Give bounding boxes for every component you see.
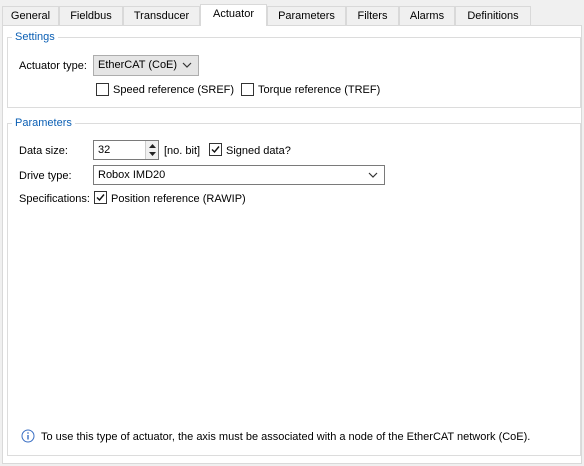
parameters-group-title: Parameters <box>12 116 75 130</box>
tab-label: Alarms <box>409 10 445 22</box>
tab-general[interactable]: General <box>2 6 59 25</box>
tab-label: Filters <box>357 10 388 22</box>
speed-reference-label: Speed reference (SREF) <box>113 84 235 96</box>
arrow-down-icon <box>149 152 156 156</box>
spin-down-button[interactable] <box>145 150 158 159</box>
drive-type-label: Drive type: <box>19 170 72 182</box>
signed-data-label: Signed data? <box>226 145 291 157</box>
actuator-type-select[interactable]: EtherCAT (CoE) <box>93 55 199 76</box>
tab-label: Transducer <box>133 10 190 22</box>
chevron-down-icon <box>368 172 378 178</box>
position-reference-checkbox[interactable] <box>94 191 107 204</box>
data-size-spinner[interactable]: 32 <box>93 140 159 160</box>
info-text: To use this type of actuator, the axis m… <box>41 431 531 443</box>
drive-type-value: Robox IMD20 <box>98 169 166 181</box>
data-size-value: 32 <box>98 144 111 156</box>
tab-parameters[interactable]: Parameters <box>267 6 346 25</box>
tab-fieldbus[interactable]: Fieldbus <box>59 6 123 25</box>
tab-alarms[interactable]: Alarms <box>399 6 455 25</box>
checkmark-icon <box>211 146 220 154</box>
chevron-down-icon <box>182 62 192 68</box>
parameters-group: Parameters Data size: 32 [no. bit] Signe… <box>7 116 581 456</box>
arrow-up-icon <box>149 144 156 148</box>
torque-reference-checkbox[interactable] <box>241 83 254 96</box>
settings-group-title: Settings <box>12 30 58 44</box>
tab-label: Fieldbus <box>70 10 112 22</box>
tab-actuator[interactable]: Actuator <box>200 4 267 26</box>
tab-label: General <box>10 10 51 22</box>
tab-label: Definitions <box>467 10 519 22</box>
info-icon <box>21 429 35 443</box>
tab-transducer[interactable]: Transducer <box>123 6 200 25</box>
tab-label: Parameters <box>278 10 335 22</box>
signed-data-checkbox[interactable] <box>209 143 222 156</box>
tab-label: Actuator <box>213 8 254 20</box>
tab-filters[interactable]: Filters <box>346 6 399 25</box>
spin-up-button[interactable] <box>145 141 158 150</box>
specifications-label: Specifications: <box>19 193 90 205</box>
actuator-type-label: Actuator type: <box>19 60 87 72</box>
actuator-type-value: EtherCAT (CoE) <box>98 59 178 71</box>
tab-definitions[interactable]: Definitions <box>455 6 531 25</box>
data-size-label: Data size: <box>19 145 68 157</box>
tab-strip: General Fieldbus Transducer Actuator Par… <box>2 4 582 26</box>
speed-reference-checkbox[interactable] <box>96 83 109 96</box>
position-reference-label: Position reference (RAWIP) <box>111 193 246 205</box>
data-size-unit: [no. bit] <box>164 145 201 157</box>
settings-group: Settings Actuator type: EtherCAT (CoE) S… <box>7 30 581 108</box>
checkmark-icon <box>96 194 105 202</box>
torque-reference-label: Torque reference (TREF) <box>258 84 381 96</box>
drive-type-select[interactable]: Robox IMD20 <box>93 165 385 185</box>
actuator-panel: Settings Actuator type: EtherCAT (CoE) S… <box>2 25 582 464</box>
